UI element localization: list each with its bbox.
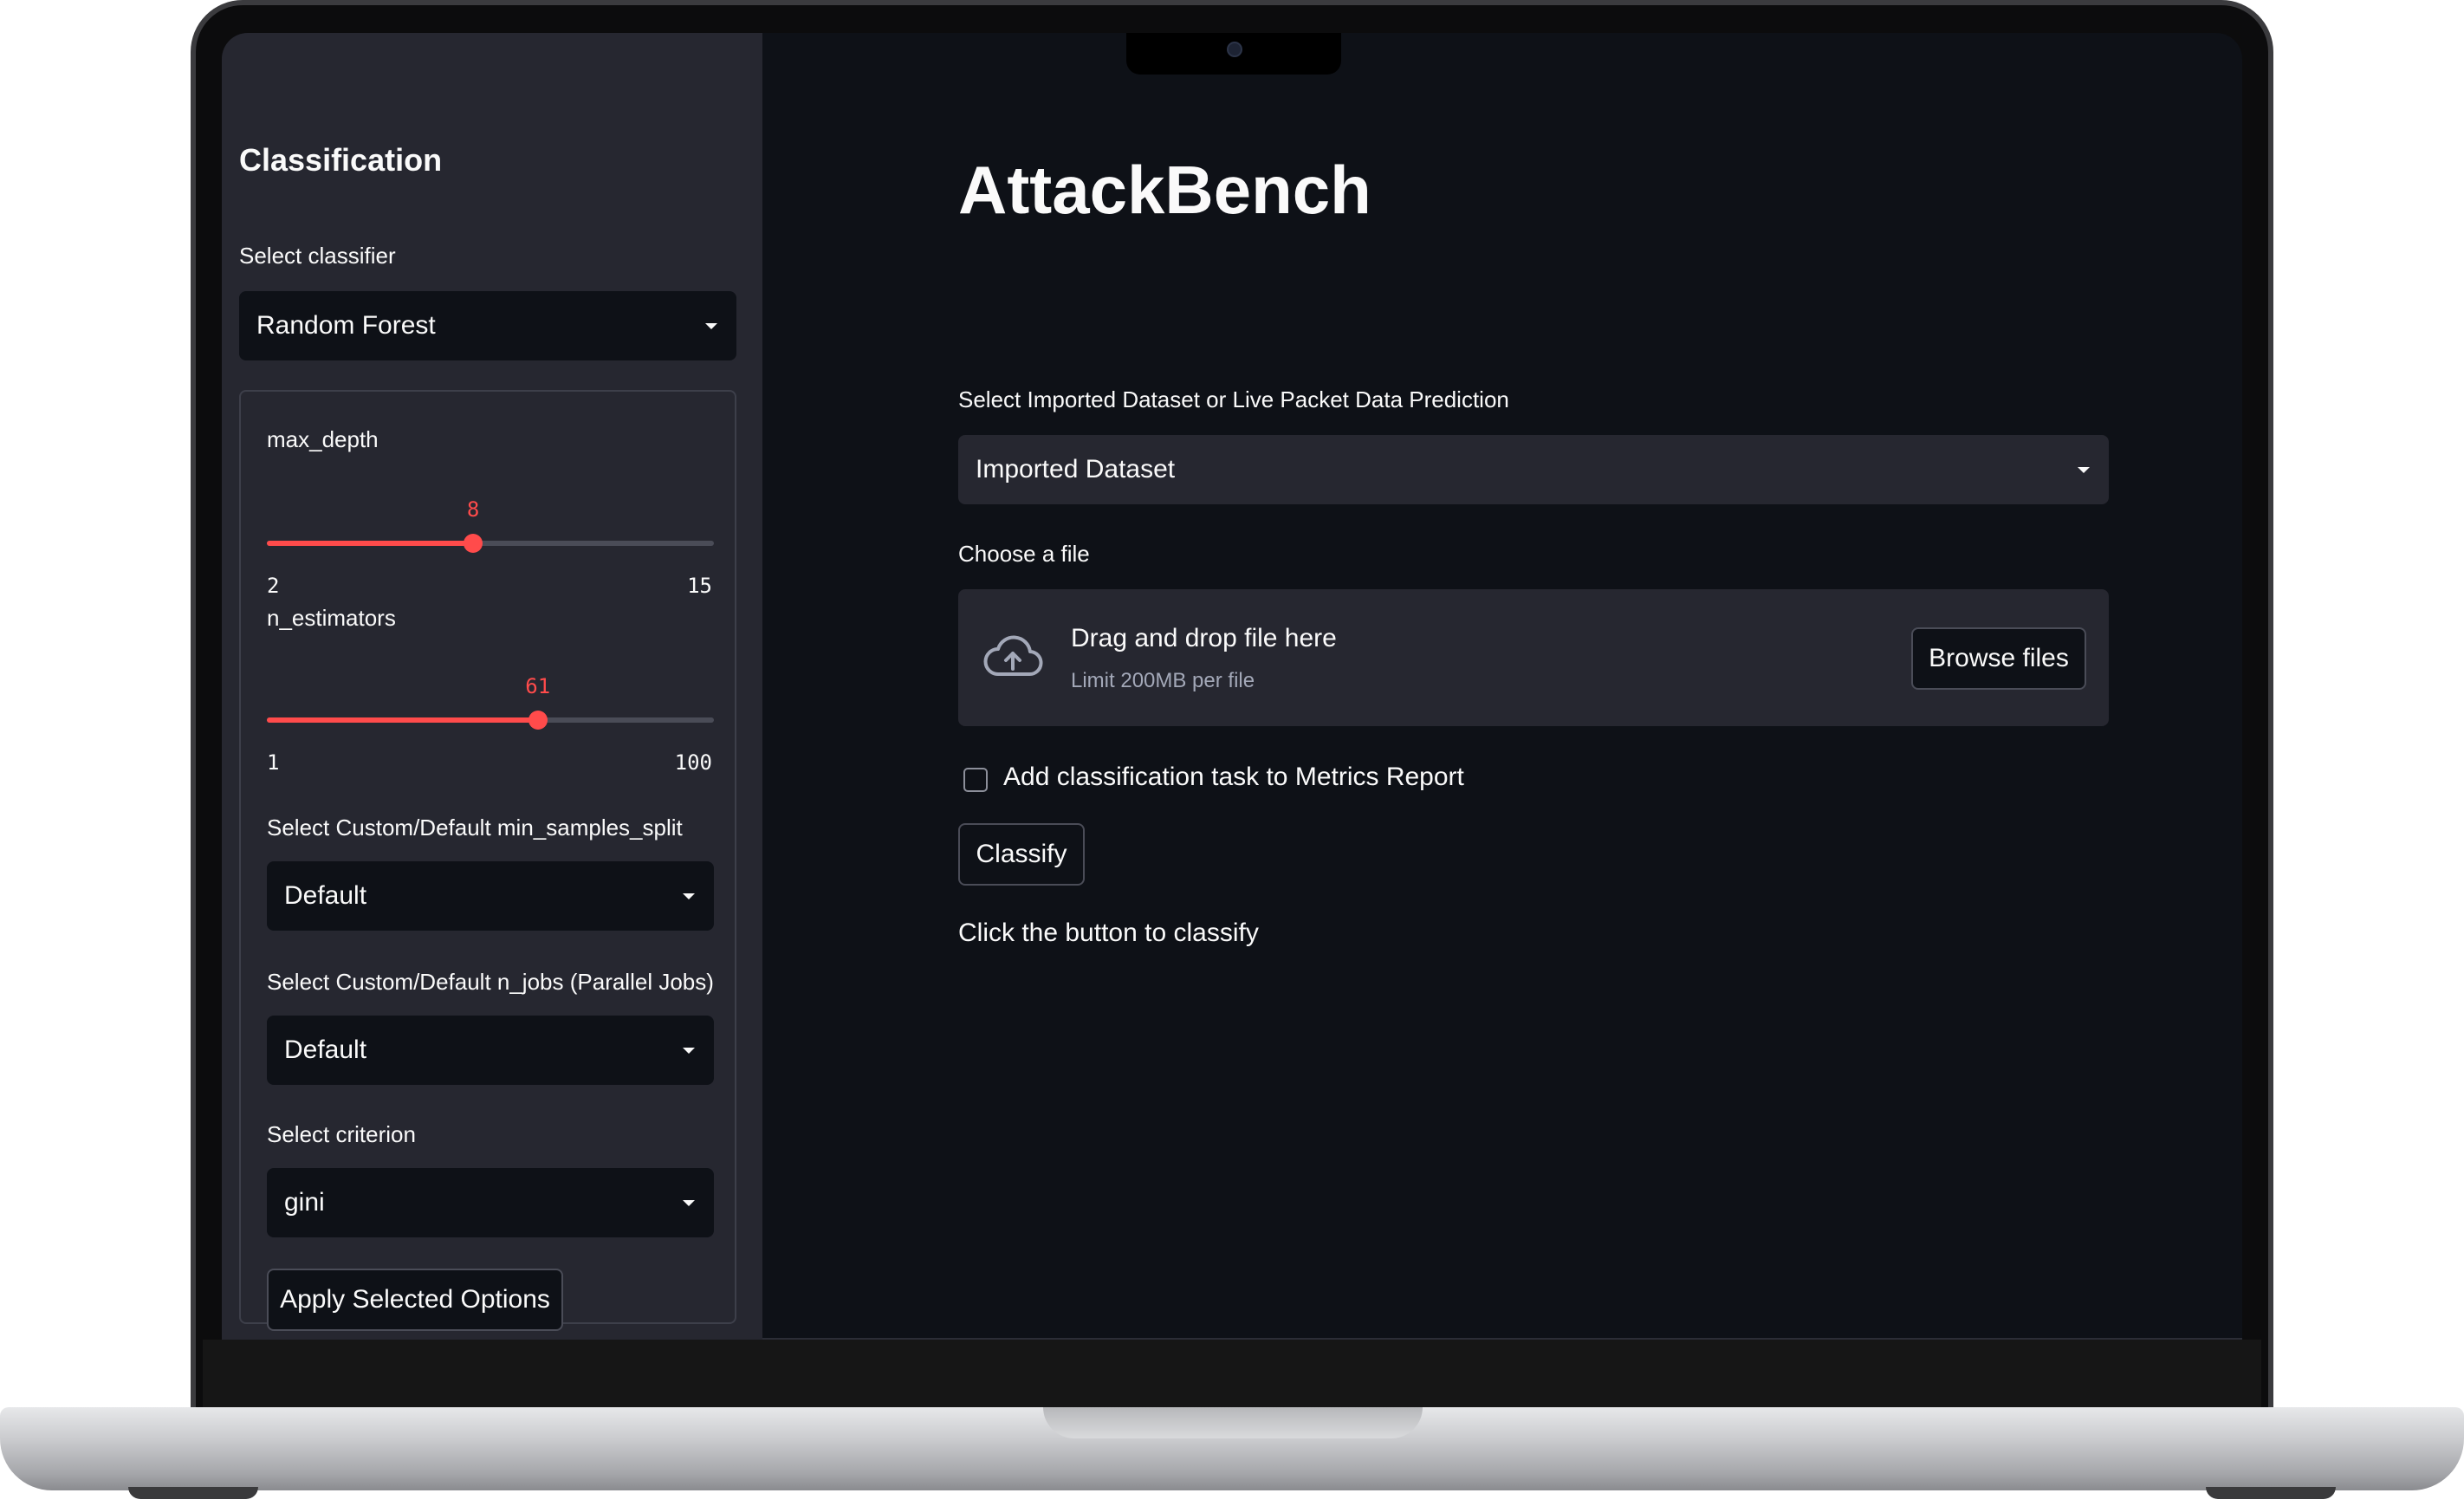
dropzone-title: Drag and drop file here bbox=[1071, 624, 1337, 652]
n-jobs-label: Select Custom/Default n_jobs (Parallel J… bbox=[267, 969, 714, 995]
chevron-down-icon bbox=[705, 323, 717, 329]
laptop-foot bbox=[128, 1487, 258, 1499]
file-uploader-dropzone[interactable]: Drag and drop file here Limit 200MB per … bbox=[958, 589, 2109, 726]
n-estimators-slider[interactable]: 61 bbox=[267, 674, 714, 730]
n-estimators-value: 61 bbox=[525, 674, 551, 698]
max-depth-slider-fill bbox=[267, 541, 474, 546]
screen-bottom-divider bbox=[762, 1338, 2242, 1340]
max-depth-value: 8 bbox=[466, 497, 480, 522]
apply-options-button[interactable]: Apply Selected Options bbox=[267, 1269, 563, 1331]
min-samples-split-select[interactable]: Default bbox=[267, 861, 714, 931]
sidebar-title: Classification bbox=[239, 142, 443, 178]
max-depth-label: max_depth bbox=[267, 426, 379, 452]
n-estimators-min: 1 bbox=[267, 750, 280, 775]
n-jobs-value: Default bbox=[284, 1035, 367, 1064]
min-samples-split-label: Select Custom/Default min_samples_split bbox=[267, 815, 683, 841]
n-estimators-max: 100 bbox=[674, 750, 712, 775]
classifier-select[interactable]: Random Forest bbox=[239, 291, 736, 360]
browse-files-button[interactable]: Browse files bbox=[1911, 627, 2086, 690]
source-label: Select Imported Dataset or Live Packet D… bbox=[958, 386, 1509, 412]
n-estimators-slider-thumb[interactable] bbox=[528, 711, 548, 730]
source-select-value: Imported Dataset bbox=[976, 455, 1176, 484]
source-select[interactable]: Imported Dataset bbox=[958, 435, 2109, 504]
app-screen: Classification Select classifier Random … bbox=[222, 33, 2242, 1340]
sidebar: Classification Select classifier Random … bbox=[222, 33, 762, 1340]
n-estimators-slider-fill bbox=[267, 717, 538, 723]
upload-cloud-icon bbox=[983, 635, 1043, 677]
classifier-select-value: Random Forest bbox=[256, 311, 436, 340]
max-depth-max: 15 bbox=[687, 574, 712, 598]
n-jobs-select[interactable]: Default bbox=[267, 1016, 714, 1085]
chevron-down-icon bbox=[683, 893, 695, 899]
file-label: Choose a file bbox=[958, 541, 1090, 567]
laptop-base-notch bbox=[1043, 1407, 1423, 1438]
criterion-label: Select criterion bbox=[267, 1121, 416, 1147]
camera-icon bbox=[1227, 42, 1242, 57]
criterion-select[interactable]: gini bbox=[267, 1168, 714, 1237]
chevron-down-icon bbox=[683, 1048, 695, 1054]
laptop-lid-bezel bbox=[203, 1340, 2261, 1409]
metrics-report-checkbox[interactable] bbox=[963, 768, 988, 792]
chevron-down-icon bbox=[2078, 467, 2090, 473]
classifier-label: Select classifier bbox=[239, 243, 396, 269]
classify-button[interactable]: Classify bbox=[958, 823, 1085, 886]
options-form: max_depth 8 2 15 n_estimators 61 1 100 S… bbox=[239, 390, 736, 1331]
laptop-foot bbox=[2206, 1487, 2336, 1499]
max-depth-slider[interactable]: 8 bbox=[267, 497, 714, 553]
metrics-report-checkbox-label[interactable]: Add classification task to Metrics Repor… bbox=[1003, 763, 1464, 792]
max-depth-min: 2 bbox=[267, 574, 280, 598]
criterion-value: gini bbox=[284, 1188, 325, 1217]
min-samples-split-value: Default bbox=[284, 881, 367, 910]
n-estimators-label: n_estimators bbox=[267, 605, 396, 631]
max-depth-slider-thumb[interactable] bbox=[464, 534, 483, 553]
dropzone-limit: Limit 200MB per file bbox=[1071, 669, 1255, 692]
chevron-down-icon bbox=[683, 1200, 695, 1206]
page-title: AttackBench bbox=[958, 152, 1371, 228]
info-text: Click the button to classify bbox=[958, 919, 1259, 947]
screen-notch bbox=[1126, 33, 1341, 75]
